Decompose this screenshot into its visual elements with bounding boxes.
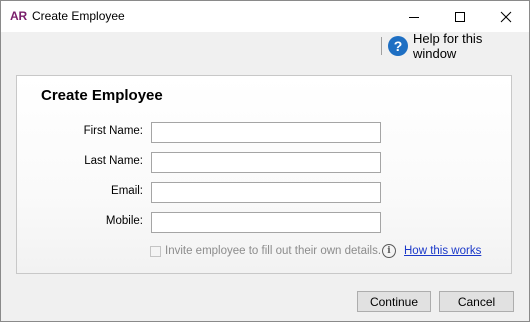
mobile-label: Mobile: xyxy=(105,215,143,227)
email-row: Email: xyxy=(17,182,511,203)
minimize-button[interactable] xyxy=(391,1,437,32)
invite-option: Invite employee to fill out their own de… xyxy=(150,242,381,260)
help-label: Help for this window xyxy=(412,31,483,61)
window-title: Create Employee xyxy=(32,9,125,23)
invite-checkbox[interactable] xyxy=(150,245,161,257)
email-label: Email: xyxy=(111,185,143,197)
maximize-button[interactable] xyxy=(437,1,483,32)
email-input[interactable] xyxy=(151,182,381,203)
how-this-works-link[interactable]: How this works xyxy=(404,245,481,257)
title-bar[interactable]: AR Create Employee xyxy=(1,1,529,32)
continue-button[interactable]: Continue xyxy=(357,291,431,312)
close-button[interactable] xyxy=(483,1,529,32)
app-logo: AR xyxy=(10,9,27,23)
mobile-row: Mobile: xyxy=(17,212,511,233)
employee-form-panel: Create Employee First Name: Last Name: E… xyxy=(16,75,512,274)
first-name-label: First Name: xyxy=(83,125,143,137)
first-name-input[interactable] xyxy=(151,122,381,143)
cancel-button[interactable]: Cancel xyxy=(439,291,514,312)
help-button[interactable]: ? Help for this window xyxy=(388,31,529,61)
last-name-label: Last Name: xyxy=(84,155,143,167)
help-icon: ? xyxy=(388,36,408,56)
maximize-icon xyxy=(455,11,465,22)
last-name-row: Last Name: xyxy=(17,152,511,173)
last-name-input[interactable] xyxy=(151,152,381,173)
form-heading: Create Employee xyxy=(41,87,163,104)
info-icon: i xyxy=(382,244,396,258)
invite-label: Invite employee to fill out their own de… xyxy=(165,245,382,257)
mobile-input[interactable] xyxy=(151,212,381,233)
create-employee-window: AR Create Employee ? Help for this windo… xyxy=(0,0,530,322)
help-toolbar: ? Help for this window xyxy=(1,31,529,61)
toolbar-separator xyxy=(381,37,382,55)
first-name-row: First Name: xyxy=(17,122,511,143)
close-icon xyxy=(500,11,512,22)
minimize-icon xyxy=(409,16,419,18)
